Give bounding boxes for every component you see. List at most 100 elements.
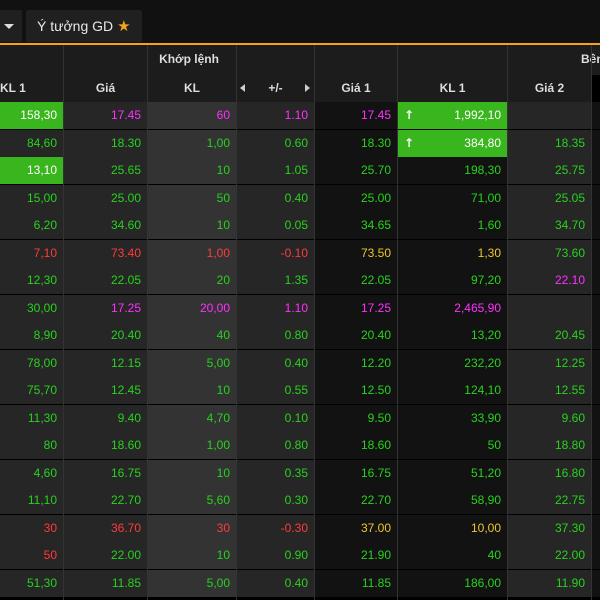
chevron-down-icon (4, 24, 14, 29)
table-cell-g1: 16.75 (315, 459, 397, 487)
header-group-bid: Bên (315, 45, 600, 75)
table-cell-k1: 50 (398, 432, 507, 459)
table-cell-gia: 18.60 (64, 432, 147, 459)
table-cell-k1: 71,00 (398, 184, 507, 212)
table-cell-kl: 10 (148, 542, 236, 569)
table-row[interactable]: 6,20 34.60 10 0.05 34.65 1,60 34.70 (0, 212, 600, 239)
table-cell-ch: 0.80 (237, 322, 314, 349)
table-cell-gia: 73.40 (64, 239, 147, 267)
table-row[interactable]: 13,10 25.65 10 1.05 25.70 198,30 25.75 (0, 157, 600, 184)
arrow-up-icon: ↑ (404, 108, 415, 122)
table-cell-overflow (592, 267, 600, 294)
star-icon[interactable]: ★ (117, 18, 130, 35)
table-cell-g1: 17.45 (315, 102, 397, 129)
table-cell-kl: 50 (148, 184, 236, 212)
table-row[interactable]: 75,70 12.45 10 0.55 12.50 124,10 12.55 (0, 377, 600, 404)
col-header-volume[interactable]: KL (148, 75, 236, 102)
table-cell-k1: 232,20 (398, 349, 507, 377)
table-cell-kl1l: 11,10 (0, 487, 63, 514)
table-row[interactable]: 158,30 17.45 60 1.10 17.45 1,992,10 ↑ (0, 102, 600, 129)
table-row[interactable]: 8,90 20.40 40 0.80 20.40 13,20 20.45 (0, 322, 600, 349)
table-row[interactable]: 7,10 73.40 1,00 -0.10 73.50 1,30 73.60 (0, 239, 600, 267)
table-cell-k1: 2,465,90 (398, 294, 507, 322)
table-row[interactable]: 15,00 25.00 50 0.40 25.00 71,00 25.05 (0, 184, 600, 212)
col-header-kl1-left[interactable]: KL 1 (0, 75, 63, 102)
table-row[interactable]: 11,10 22.70 5,60 0.30 22.70 58,90 22.75 (0, 487, 600, 514)
table-row[interactable]: 4,60 16.75 10 0.35 16.75 51,20 16.80 (0, 459, 600, 487)
table-cell-kl: 20 (148, 267, 236, 294)
table-cell-gia: 18.30 (64, 129, 147, 157)
table-cell-k1: 97,20 (398, 267, 507, 294)
caret-left-icon[interactable] (240, 84, 245, 92)
table-cell-gia: 25.00 (64, 184, 147, 212)
table-cell-ch: -0.10 (237, 239, 314, 267)
table-row[interactable]: 80 18.60 1,00 0.80 18.60 50 18.80 (0, 432, 600, 459)
column-divider (314, 45, 315, 600)
table-cell-kl: 40 (148, 322, 236, 349)
table-cell-gia: 17.25 (64, 294, 147, 322)
col-header-bid-price1[interactable]: Giá 1 (315, 75, 397, 102)
table-cell-ch: 0.30 (237, 487, 314, 514)
table-cell-overflow (592, 184, 600, 212)
table-cell-overflow (592, 294, 600, 322)
table-row[interactable]: 51,30 11.85 5,00 0.40 11.85 186,00 11.90 (0, 569, 600, 597)
column-divider (147, 45, 148, 600)
table-cell-ch: 1.05 (237, 157, 314, 184)
table-cell-g2: 16.80 (508, 459, 591, 487)
table-cell-gia: 22.05 (64, 267, 147, 294)
table-cell-g1: 21.90 (315, 542, 397, 569)
tab-trading-ideas[interactable]: Ý tưởng GD ★ (26, 10, 142, 42)
table-cell-g2: 22.00 (508, 542, 591, 569)
table-cell-ch: 0.35 (237, 459, 314, 487)
table-cell-overflow (592, 212, 600, 239)
table-cell-ch: 0.10 (237, 404, 314, 432)
table-cell-kl1l: 8,90 (0, 322, 63, 349)
table-row[interactable]: 12,30 22.05 20 1.35 22.05 97,20 22.10 (0, 267, 600, 294)
col-header-bid-price2[interactable]: Giá 2 (508, 75, 591, 102)
table-cell-kl1l: 12,30 (0, 267, 63, 294)
table-cell-ch: 0.40 (237, 349, 314, 377)
table-cell-gia: 22.70 (64, 487, 147, 514)
table-cell-kl1l: 158,30 (0, 102, 63, 129)
table-cell-kl: 30 (148, 514, 236, 542)
table-cell-g1: 17.25 (315, 294, 397, 322)
table-row[interactable]: 50 22.00 10 0.90 21.90 40 22.00 (0, 542, 600, 569)
table-cell-kl: 5,00 (148, 569, 236, 597)
column-divider (236, 45, 237, 600)
table-cell-k1: 384,80 (398, 129, 507, 157)
table-row[interactable]: 11,30 9.40 4,70 0.10 9.50 33,90 9.60 (0, 404, 600, 432)
table-row[interactable]: 78,00 12.15 5,00 0.40 12.20 232,20 12.25 (0, 349, 600, 377)
table-cell-g2: 18.80 (508, 432, 591, 459)
table-cell-gia: 22.00 (64, 542, 147, 569)
table-cell-g1: 12.20 (315, 349, 397, 377)
table-cell-k1: 1,992,10 (398, 102, 507, 129)
col-header-change[interactable]: +/- (237, 75, 314, 102)
table-cell-g2: 9.60 (508, 404, 591, 432)
table-cell-gia: 25.65 (64, 157, 147, 184)
table-cell-overflow (592, 459, 600, 487)
table-cell-ch: 0.40 (237, 184, 314, 212)
table-cell-g1: 9.50 (315, 404, 397, 432)
tab-dropdown-button[interactable] (0, 10, 22, 42)
col-header-bid-vol1[interactable]: KL 1 (398, 75, 507, 102)
table-cell-g1: 25.00 (315, 184, 397, 212)
table-cell-k1: 33,90 (398, 404, 507, 432)
header-group-matched: Khớp lệnh (64, 45, 314, 75)
table-row[interactable]: 30 36.70 30 -0.30 37.00 10,00 37.30 (0, 514, 600, 542)
table-cell-overflow (592, 129, 600, 157)
table-cell-g1: 22.05 (315, 267, 397, 294)
col-header-price[interactable]: Giá (64, 75, 147, 102)
table-cell-kl1l: 13,10 (0, 157, 63, 184)
caret-right-icon[interactable] (305, 84, 310, 92)
table-row[interactable]: 30,00 17.25 20,00 1.10 17.25 2,465,90 (0, 294, 600, 322)
table-cell-k1: 1,30 (398, 239, 507, 267)
table-cell-ch: 1.10 (237, 294, 314, 322)
table-cell-kl1l: 4,60 (0, 459, 63, 487)
column-divider (397, 45, 398, 600)
table-row[interactable]: 84,60 18.30 1,00 0.60 18.30 384,80 ↑ 18.35 (0, 129, 600, 157)
table-cell-g1: 73.50 (315, 239, 397, 267)
column-divider (63, 45, 64, 600)
table-cell-kl: 10 (148, 377, 236, 404)
column-divider (507, 45, 508, 600)
table-cell-k1: 198,30 (398, 157, 507, 184)
